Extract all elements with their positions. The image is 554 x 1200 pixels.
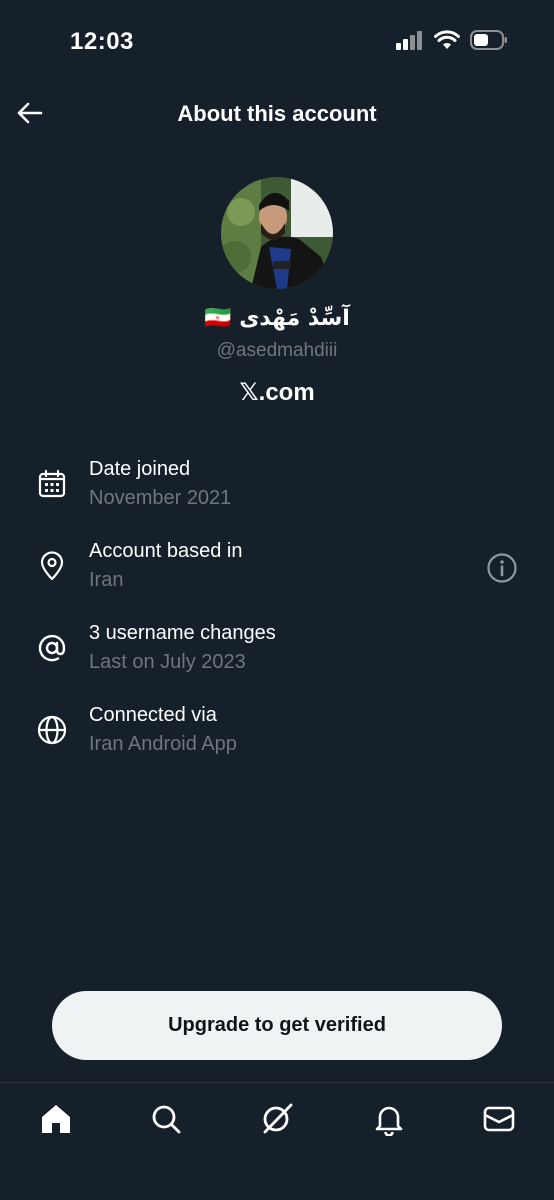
- info-subtitle: Last on July 2023: [89, 651, 246, 673]
- display-name: 🇮🇷 آسِّدْ مَهْدی: [0, 306, 554, 331]
- bottom-tab-bar: [0, 1082, 554, 1200]
- page-title: About this account: [177, 101, 377, 126]
- status-bar: 12:03: [0, 0, 554, 84]
- info-circle-icon[interactable]: [486, 552, 518, 584]
- tab-messages[interactable]: [481, 1101, 517, 1137]
- info-subtitle: Iran: [89, 569, 124, 591]
- home-icon: [42, 1105, 70, 1133]
- calendar-icon: [38, 469, 66, 498]
- grok-icon: [263, 1103, 293, 1134]
- info-subtitle: November 2021: [89, 487, 232, 509]
- upgrade-verified-button[interactable]: Upgrade to get verified: [52, 991, 502, 1060]
- display-name-text: آسِّدْ مَهْدی: [239, 306, 350, 331]
- bell-icon: [375, 1106, 403, 1136]
- info-title: 3 username changes: [89, 622, 276, 644]
- status-icons: [396, 30, 508, 50]
- info-row-connected-via: Connected via Iran Android App: [0, 698, 554, 768]
- info-title: Date joined: [89, 458, 191, 480]
- wifi-icon: [434, 30, 460, 49]
- location-pin-icon: [40, 551, 64, 581]
- avatar-image: [221, 177, 333, 289]
- site-suffix: .com: [258, 379, 315, 406]
- info-title: Account based in: [89, 540, 243, 562]
- flag-emoji: 🇮🇷: [204, 306, 232, 331]
- x-logo-text: 𝕏: [239, 379, 259, 406]
- tab-grok[interactable]: [259, 1101, 295, 1137]
- info-title: Connected via: [89, 704, 217, 726]
- tab-notifications[interactable]: [371, 1101, 407, 1137]
- site-link[interactable]: 𝕏.com: [0, 378, 554, 407]
- tab-search[interactable]: [148, 1101, 184, 1137]
- avatar[interactable]: [221, 177, 333, 289]
- header: About this account: [0, 84, 554, 144]
- globe-icon: [37, 715, 67, 745]
- mail-icon: [483, 1106, 515, 1132]
- at-sign-icon: [38, 634, 66, 662]
- tab-home[interactable]: [38, 1101, 74, 1137]
- username-handle: @asedmahdiii: [216, 340, 338, 361]
- search-icon: [152, 1105, 181, 1134]
- battery-icon: [470, 30, 507, 50]
- cellular-signal-icon: [396, 31, 422, 50]
- info-subtitle: Iran Android App: [89, 733, 237, 755]
- info-row-account-based-in: Account based in Iran: [0, 534, 554, 604]
- status-time: 12:03: [70, 28, 134, 55]
- info-row-date-joined: Date joined November 2021: [0, 452, 554, 522]
- info-row-username-changes: 3 username changes Last on July 2023: [0, 616, 554, 686]
